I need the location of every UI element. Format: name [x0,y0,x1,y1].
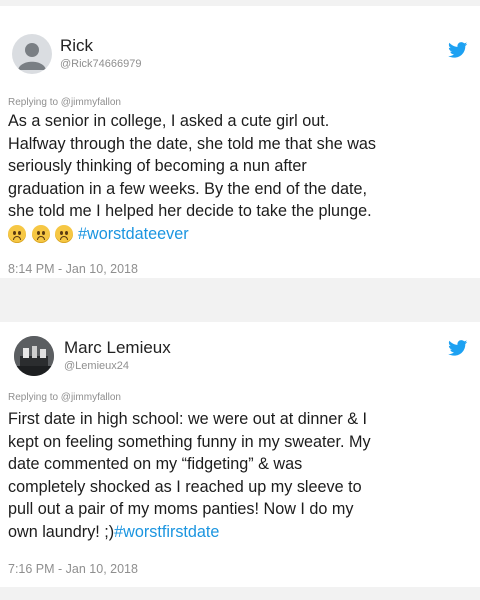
tweet-line: she told me I helped her decide to take … [8,202,372,220]
tweet-line: completely shocked as I reached up my sl… [8,477,362,496]
author-handle[interactable]: @Rick74666979 [60,58,142,70]
tweet-line: seriously thinking of becoming a nun aft… [8,157,307,175]
tweet-last-line: #worstdateever [8,223,476,250]
avatar[interactable] [14,336,54,376]
author-name[interactable]: Rick [60,36,93,56]
avatar[interactable] [12,34,52,74]
tweet-last-line: own laundry! ;)#worstfirstdate [8,521,476,544]
tweet-line: own laundry! ;) [8,522,115,541]
tweet-line: graduation in a few weeks. By the end of… [8,179,368,198]
author-handle[interactable]: @Lemieux24 [64,360,129,372]
profile-photo-icon [14,336,54,376]
tweet-line: First date in high school: we were out a… [8,410,368,428]
timestamp[interactable]: 7:16 PM - Jan 10, 2018 [8,562,138,576]
tweet-line: pull out a pair of my moms panties! Now … [8,500,354,518]
replying-to[interactable]: Replying to @jimmyfallon [8,97,121,108]
tweet-text: As a senior in college, I asked a cute g… [8,110,476,249]
tweet-text: First date in high school: we were out a… [8,408,476,543]
hashtag-link[interactable]: #worstfirstdate [114,523,219,541]
replying-to[interactable]: Replying to @jimmyfallon [8,392,121,403]
timestamp[interactable]: 8:14 PM - Jan 10, 2018 [8,262,138,276]
author-name[interactable]: Marc Lemieux [64,338,171,358]
tweet-card: Rick @Rick74666979 Replying to @jimmyfal… [0,6,480,278]
hashtag-link[interactable]: #worstdateever [78,225,189,243]
twitter-bird-icon[interactable] [448,42,468,58]
tweet-line: date commented on my “fidgeting” & was [8,455,303,473]
worried-face-icon [31,224,50,243]
tweet-line: kept on feeling something funny in my sw… [8,432,371,451]
twitter-bird-icon[interactable] [448,340,468,356]
worried-face-icon [55,224,73,243]
tweet-line: Halfway through the date, she told me th… [8,134,377,153]
worried-face-icon [8,224,26,243]
default-avatar-icon [18,43,46,70]
emoji-group [8,224,74,250]
tweet-line: As a senior in college, I asked a cute g… [8,112,330,130]
tweet-card: Marc Lemieux @Lemieux24 Replying to @jim… [0,322,480,587]
